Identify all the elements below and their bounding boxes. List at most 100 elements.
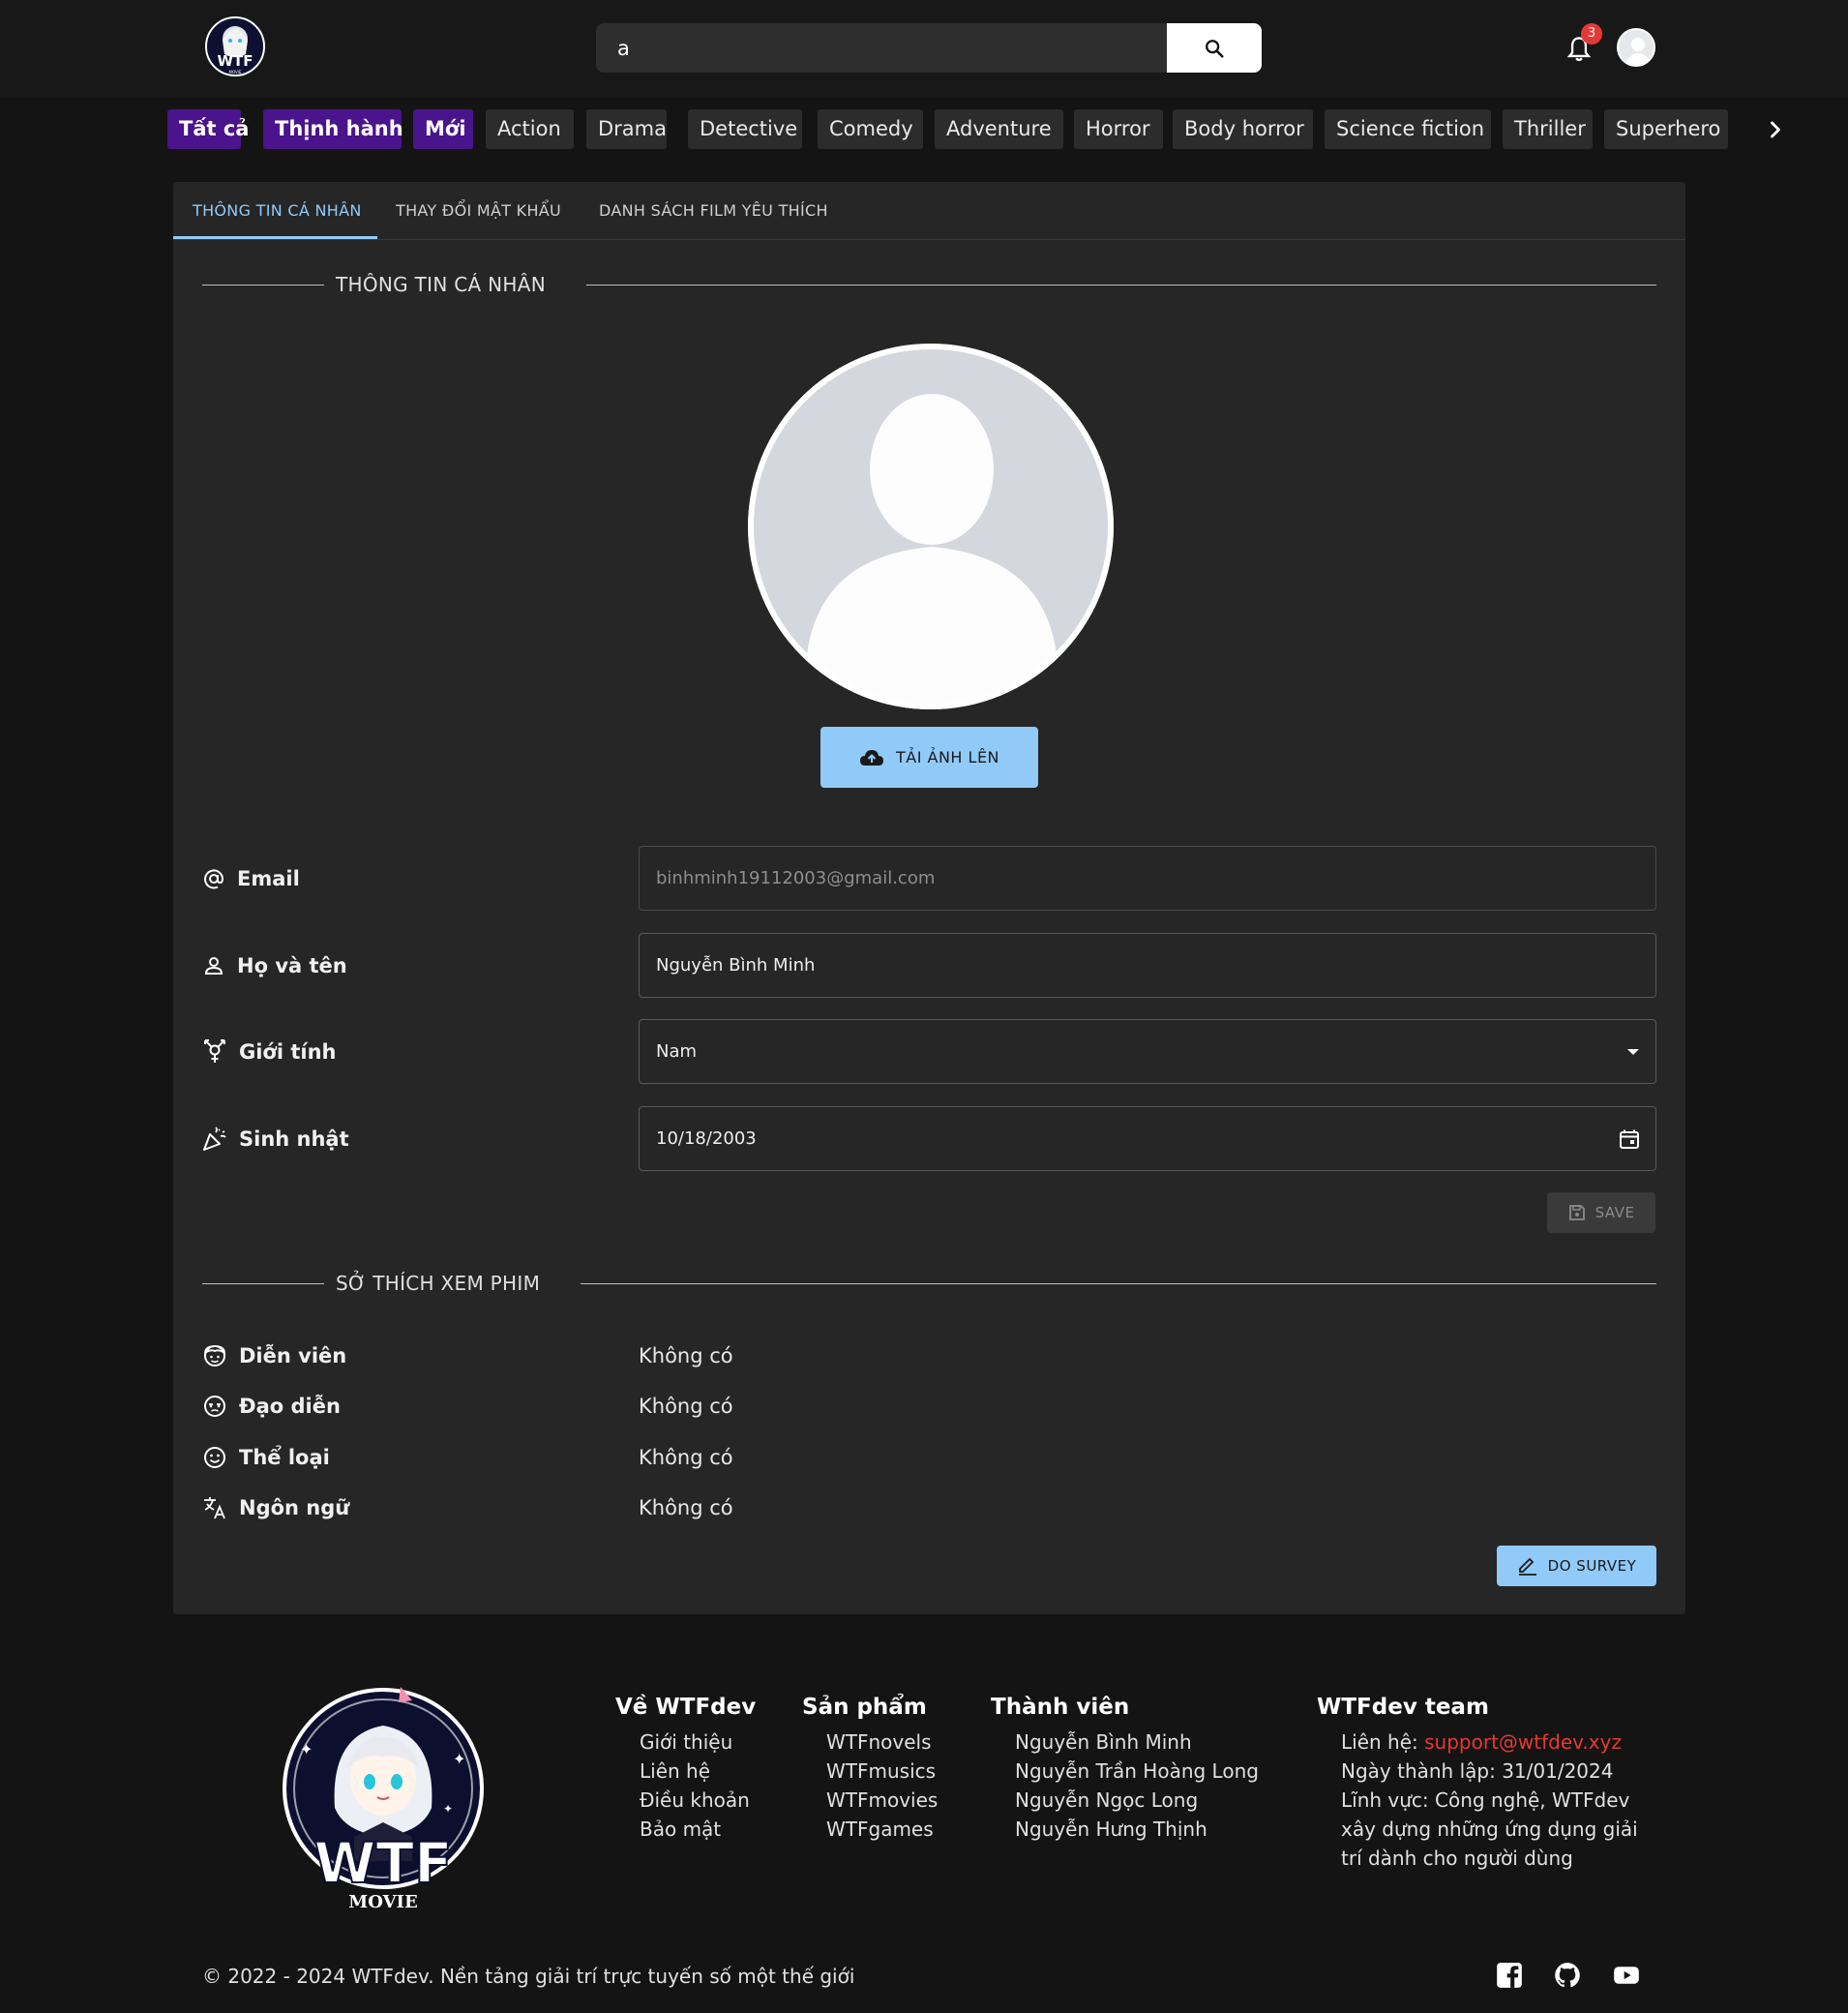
category-chip[interactable]: Mới <box>413 109 473 149</box>
tab-change-password[interactable]: THAY ĐỔI MẬT KHẨU <box>396 182 561 240</box>
tab-personal-info[interactable]: THÔNG TIN CÁ NHÂN <box>193 182 362 240</box>
name-label: Họ và tên <box>237 953 347 977</box>
translate-icon <box>204 1497 225 1519</box>
section-divider: SỞ THÍCH XEM PHIM <box>202 1272 1656 1295</box>
pref-value-actors: Không có <box>639 1344 733 1367</box>
do-survey-button[interactable]: DO SURVEY <box>1497 1546 1656 1586</box>
footer-link[interactable]: Nguyễn Bình Minh <box>991 1728 1259 1757</box>
youtube-icon[interactable] <box>1613 1962 1640 1989</box>
footer-field-line: trí dành cho người dùng <box>1341 1847 1573 1870</box>
svg-text:✦: ✦ <box>300 1740 313 1758</box>
search-button[interactable] <box>1167 23 1262 73</box>
email-row: Email binhminh19112003@gmail.com <box>202 846 1656 911</box>
pref-row-actors: Diễn viên Không có <box>202 1337 976 1375</box>
footer-contact-label: Liên hệ: <box>1341 1730 1425 1754</box>
pref-row-directors: Đạo diễn Không có <box>202 1387 976 1426</box>
footer-link[interactable]: Nguyễn Trần Hoàng Long <box>991 1757 1259 1786</box>
footer-column-title: Về WTFdev <box>615 1695 757 1720</box>
footer-link[interactable]: Nguyễn Ngọc Long <box>991 1786 1259 1815</box>
footer-link[interactable]: Nguyễn Hưng Thịnh <box>991 1815 1259 1844</box>
footer-link[interactable]: WTFgames <box>802 1815 938 1844</box>
svg-text:WTF: WTF <box>217 52 253 70</box>
calendar-icon[interactable] <box>1619 1128 1640 1150</box>
footer-column-title: Sản phẩm <box>802 1695 927 1720</box>
category-chip[interactable]: Thriller <box>1503 109 1593 149</box>
facebook-icon[interactable] <box>1496 1962 1523 1989</box>
actor-icon <box>204 1345 225 1367</box>
footer-link[interactable]: WTFmusics <box>802 1757 938 1786</box>
user-avatar[interactable] <box>1617 28 1655 67</box>
gender-icon <box>204 1038 225 1063</box>
search-input[interactable] <box>596 23 1167 73</box>
site-logo[interactable]: WTF MOVIE <box>203 12 267 81</box>
category-chip[interactable]: Adventure <box>935 109 1063 149</box>
category-chip[interactable]: Comedy <box>818 109 923 149</box>
category-chip[interactable]: Thịnh hành <box>263 109 403 149</box>
github-icon[interactable] <box>1554 1962 1581 1989</box>
top-header: WTF MOVIE 3 <box>0 0 1848 97</box>
category-chip[interactable]: Detective <box>688 109 802 149</box>
name-row: Họ và tên Nguyễn Bình Minh <box>202 933 1656 998</box>
birthday-row: Sinh nhật 10/18/2003 <box>202 1106 1656 1171</box>
footer-field-line: Lĩnh vực: Công nghệ, WTFdev <box>1341 1788 1630 1812</box>
save-icon <box>1568 1205 1585 1220</box>
pref-value-languages: Không có <box>639 1496 733 1519</box>
footer-link[interactable]: WTFmovies <box>802 1786 938 1815</box>
profile-card: THÔNG TIN CÁ NHÂN THAY ĐỔI MẬT KHẨU DANH… <box>173 182 1685 1614</box>
save-button[interactable]: SAVE <box>1547 1192 1655 1233</box>
section-title-preferences: SỞ THÍCH XEM PHIM <box>336 1272 541 1295</box>
category-chip[interactable]: Drama <box>586 109 667 149</box>
party-icon <box>203 1126 226 1151</box>
gender-select[interactable]: Nam <box>639 1019 1656 1084</box>
svg-text:✦: ✦ <box>453 1750 465 1768</box>
cloud-upload-icon <box>859 749 883 766</box>
avatar-silhouette-icon <box>748 344 1114 709</box>
footer-column-team: WTFdev team Liên hệ: support@wtfdev.xyz … <box>1317 1695 1638 1873</box>
email-label: Email <box>237 866 300 890</box>
category-chip[interactable]: Science fiction <box>1325 109 1491 149</box>
pref-label-directors: Đạo diễn <box>239 1395 341 1418</box>
category-chip[interactable]: Tất cả <box>167 109 249 149</box>
footer-column-products: Sản phẩm WTFnovels WTFmusics WTFmovies W… <box>802 1695 938 1844</box>
category-bar: Tất cả Thịnh hành Mới Action Drama Detec… <box>167 109 1735 149</box>
full-name-field[interactable]: Nguyễn Bình Minh <box>639 933 1656 998</box>
footer-link[interactable]: Liên hệ <box>615 1757 756 1786</box>
gender-label: Giới tính <box>239 1039 337 1064</box>
category-chip[interactable]: Body horror <box>1173 109 1313 149</box>
category-chip[interactable]: Action <box>486 109 574 149</box>
save-label: SAVE <box>1595 1204 1635 1221</box>
upload-photo-button[interactable]: TẢI ẢNH LÊN <box>820 727 1038 788</box>
footer-logo[interactable]: ✦ ✦ ✦ WTF MOVIE <box>277 1677 490 1919</box>
profile-avatar <box>748 344 1114 709</box>
do-survey-label: DO SURVEY <box>1547 1557 1637 1575</box>
avatar-silhouette-icon <box>1619 30 1654 65</box>
at-icon <box>204 868 224 888</box>
copyright-text: © 2022 - 2024 WTFdev. Nền tảng giải trí … <box>202 1965 855 1988</box>
upload-photo-label: TẢI ẢNH LÊN <box>895 748 1000 766</box>
pref-label-languages: Ngôn ngữ <box>239 1496 350 1519</box>
footer-link[interactable]: Bảo mật <box>615 1815 756 1844</box>
footer-contact: Liên hệ: support@wtfdev.xyz <box>1317 1728 1638 1757</box>
gender-value: Nam <box>656 1041 698 1062</box>
dropdown-arrow-icon <box>1627 1048 1639 1055</box>
birthday-date-field[interactable]: 10/18/2003 <box>639 1106 1656 1171</box>
director-icon <box>204 1396 225 1417</box>
footer-link[interactable]: Giới thiệu <box>615 1728 756 1757</box>
category-chip[interactable]: Horror <box>1074 109 1163 149</box>
footer-contact-email-link[interactable]: support@wtfdev.xyz <box>1424 1730 1622 1754</box>
smile-icon <box>204 1447 225 1468</box>
footer-link[interactable]: WTFnovels <box>802 1728 938 1757</box>
footer-column-title: WTFdev team <box>1317 1695 1489 1720</box>
footer-link[interactable]: Điều khoản <box>615 1786 756 1815</box>
chevron-right-icon[interactable] <box>1762 116 1789 143</box>
footer-column-about: Về WTFdev Giới thiệu Liên hệ Điều khoản … <box>615 1695 756 1844</box>
tab-favorite-films[interactable]: DANH SÁCH FILM YÊU THÍCH <box>599 182 828 240</box>
footer-logo-subtext: MOVIE <box>348 1892 417 1912</box>
footer-field-line: xây dựng những ứng dụng giải <box>1341 1818 1638 1841</box>
active-tab-indicator <box>173 236 377 239</box>
svg-text:✦: ✦ <box>443 1802 453 1816</box>
pref-label-actors: Diễn viên <box>239 1344 347 1367</box>
pref-value-directors: Không có <box>639 1395 733 1418</box>
email-field: binhminh19112003@gmail.com <box>639 846 1656 911</box>
category-chip[interactable]: Superhero <box>1604 109 1728 149</box>
